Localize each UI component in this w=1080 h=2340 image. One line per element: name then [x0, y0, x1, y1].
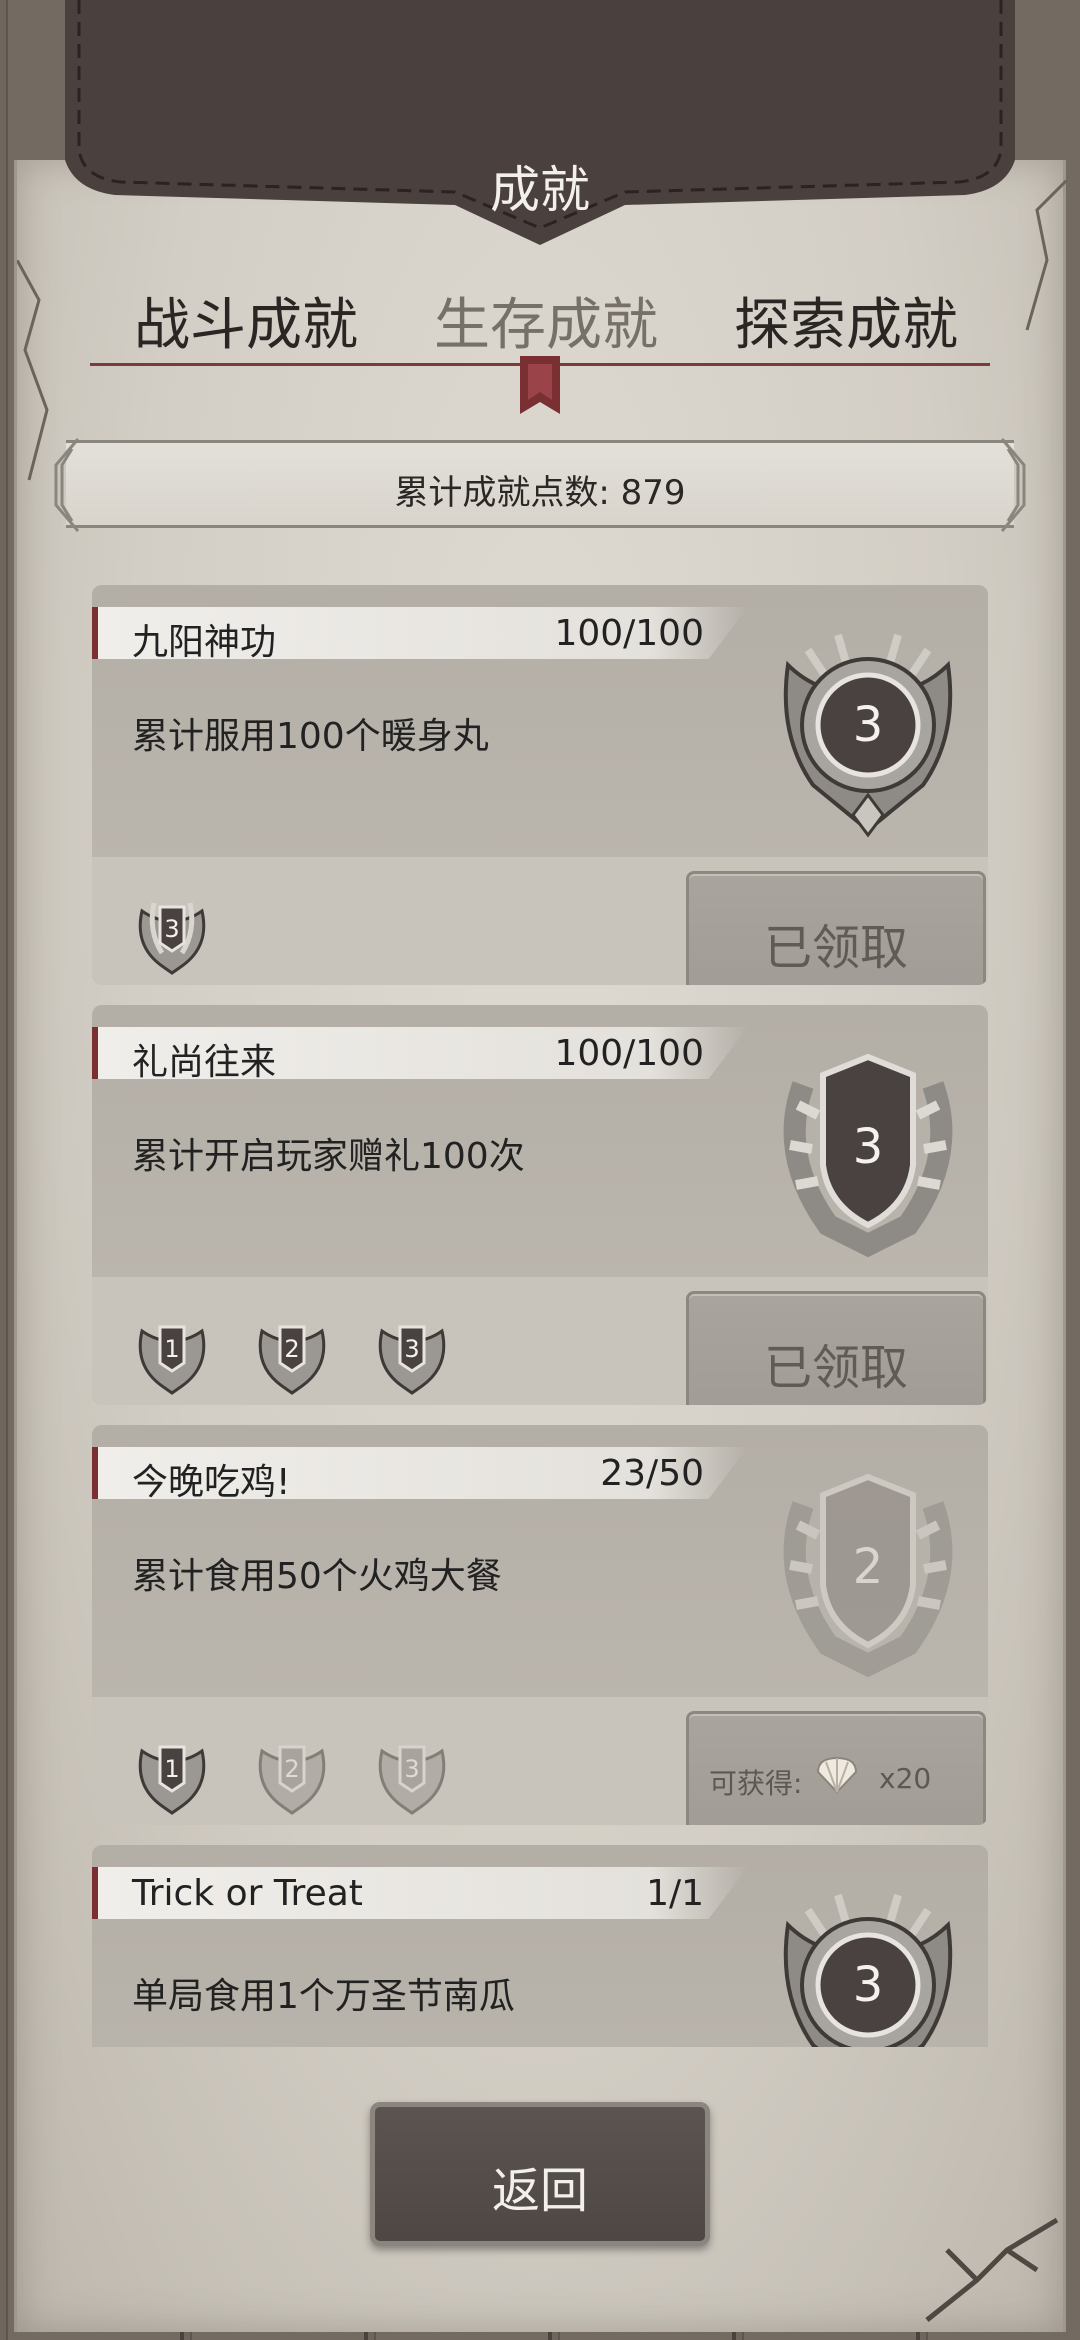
tier-badge-icon: 3 — [138, 902, 206, 975]
achievement-card: 今晚吃鸡! 23/50 累计食用50个火鸡大餐 2 1 2 3 可获得: x20 — [92, 1425, 988, 1825]
laurel-shield-badge-icon: 3 — [783, 1053, 953, 1258]
reward-button[interactable]: 可获得: x20 — [686, 1711, 986, 1825]
achievement-list[interactable]: 九阳神功 100/100 累计服用100个暖身丸 3 3 已领取 礼尚往来 10… — [92, 585, 988, 2047]
page-title: 成就 — [490, 161, 590, 219]
svg-text:3: 3 — [404, 1335, 419, 1363]
achievement-progress: 100/100 — [554, 1033, 704, 1074]
active-tab-marker-icon — [520, 356, 560, 414]
achievement-title: Trick or Treat — [132, 1873, 363, 1914]
medal-badge-icon: 3 — [783, 633, 953, 838]
achievement-title: 今晚吃鸡! — [132, 1462, 291, 1503]
svg-text:3: 3 — [404, 1755, 419, 1783]
achievement-description: 单局食用1个万圣节南瓜 — [132, 1976, 515, 2017]
achievement-progress: 1/1 — [646, 1873, 704, 1914]
tab-explore[interactable]: 探索成就 — [734, 280, 958, 361]
claimed-button[interactable]: 已领取 — [686, 871, 986, 985]
achievement-title: 九阳神功 — [132, 622, 277, 663]
achievement-description: 累计食用50个火鸡大餐 — [132, 1556, 502, 1597]
badge-level: 3 — [853, 697, 884, 753]
svg-text:3: 3 — [853, 1957, 884, 2013]
achievement-progress: 23/50 — [600, 1453, 704, 1494]
tier-badge-icon: 2 — [258, 1325, 326, 1395]
tier-badge-icon: 1 — [138, 1325, 206, 1395]
crack-decoration — [1025, 180, 1067, 331]
svg-text:2: 2 — [284, 1755, 299, 1783]
medal-badge-icon: 3 — [783, 1893, 953, 2047]
tier-badge-icon: 1 — [138, 1745, 206, 1815]
achievement-progress: 100/100 — [554, 613, 704, 654]
svg-text:1: 1 — [164, 1755, 179, 1783]
achievement-description: 累计服用100个暖身丸 — [132, 716, 489, 757]
tier-badge-icon: 3 — [378, 1325, 446, 1395]
total-points: 累计成就点数: 879 — [394, 473, 686, 513]
svg-text:1: 1 — [164, 1335, 179, 1363]
achievement-description: 累计开启玩家赠礼100次 — [132, 1136, 525, 1177]
achievement-card: Trick or Treat 1/1 单局食用1个万圣节南瓜 3 — [92, 1845, 988, 2047]
achievement-card: 九阳神功 100/100 累计服用100个暖身丸 3 3 已领取 — [92, 585, 988, 985]
achievement-card: 礼尚往来 100/100 累计开启玩家赠礼100次 3 1 2 3 已领取 — [92, 1005, 988, 1405]
tab-survival[interactable]: 生存成就 — [434, 280, 658, 361]
svg-text:3: 3 — [853, 1119, 884, 1175]
claimed-button[interactable]: 已领取 — [686, 1291, 986, 1405]
branch-decoration — [925, 2217, 1059, 2322]
points-banner: 累计成就点数: 879 — [54, 438, 1026, 532]
shell-icon — [816, 1756, 858, 1794]
svg-text:2: 2 — [284, 1335, 299, 1363]
tab-bar: 战斗成就 生存成就 探索成就 — [90, 280, 990, 360]
tier-badge-icon: 3 — [378, 1745, 446, 1815]
header-banner: 成就 — [65, 0, 1015, 245]
svg-text:3: 3 — [164, 915, 179, 943]
tab-combat[interactable]: 战斗成就 — [134, 280, 358, 361]
back-button[interactable]: 返回 — [370, 2102, 710, 2246]
achievement-title: 礼尚往来 — [132, 1042, 277, 1083]
svg-text:2: 2 — [853, 1539, 884, 1595]
tier-badge-icon: 2 — [258, 1745, 326, 1815]
laurel-shield-badge-icon: 2 — [783, 1473, 953, 1678]
